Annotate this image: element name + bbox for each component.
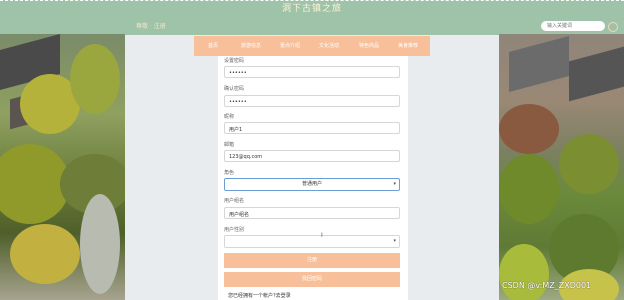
level-label: 用户性别 xyxy=(224,227,245,233)
nav-item-products[interactable]: 特色商品 xyxy=(359,36,379,56)
group-field[interactable]: 用户组名 xyxy=(224,207,400,219)
password-field[interactable]: •••••• xyxy=(224,66,400,78)
chevron-down-icon: ▾ xyxy=(393,181,396,187)
login-link[interactable]: 您已经拥有一个帐户?去登录 xyxy=(228,292,291,299)
nav-item-home[interactable]: 首页 xyxy=(208,36,218,56)
nav-item-travel-info[interactable]: 旅游信息 xyxy=(241,36,261,56)
register-button[interactable]: 注册 xyxy=(224,253,400,268)
nav-item-food[interactable]: 美食推荐 xyxy=(398,36,418,56)
main-nav: 首页 旅游信息 景点介绍 文化活动 特色商品 美食推荐 xyxy=(194,36,430,56)
user-greeting[interactable]: 尊敬 · 注册 xyxy=(136,21,166,30)
nickname-field[interactable]: 用户1 xyxy=(224,122,400,134)
role-select-value: 普通用户 xyxy=(301,181,322,187)
text-cursor-icon: I xyxy=(321,232,323,239)
nav-item-culture[interactable]: 文化活动 xyxy=(319,36,339,56)
right-background-photo xyxy=(499,34,624,300)
role-label: 角色 xyxy=(224,170,235,176)
confirm-password-field[interactable]: •••••• xyxy=(224,95,400,107)
left-background-photo xyxy=(0,34,125,300)
nickname-label: 昵称 xyxy=(224,114,235,120)
site-header: 洞下古镇之旅 尊敬 · 注册 xyxy=(0,0,624,35)
email-field[interactable]: 123@qq.com xyxy=(224,150,400,162)
role-select[interactable]: 普通用户 ▾ xyxy=(224,178,400,191)
site-title: 洞下古镇之旅 xyxy=(281,4,342,14)
confirm-password-label: 确认密码 xyxy=(224,86,245,92)
nav-item-attractions[interactable]: 景点介绍 xyxy=(280,36,300,56)
watermark: CSDN @v:MZ_ZXD001 xyxy=(502,281,592,290)
recover-password-button[interactable]: 找回密码 xyxy=(224,272,400,287)
search-input[interactable] xyxy=(540,20,606,32)
email-label: 邮箱 xyxy=(224,142,235,148)
search-icon[interactable] xyxy=(608,22,618,32)
password-label: 设置密码 xyxy=(224,58,245,64)
group-label: 用户组名 xyxy=(224,198,245,204)
chevron-down-icon: ▾ xyxy=(393,238,396,244)
level-select[interactable]: ▾ xyxy=(224,235,400,248)
